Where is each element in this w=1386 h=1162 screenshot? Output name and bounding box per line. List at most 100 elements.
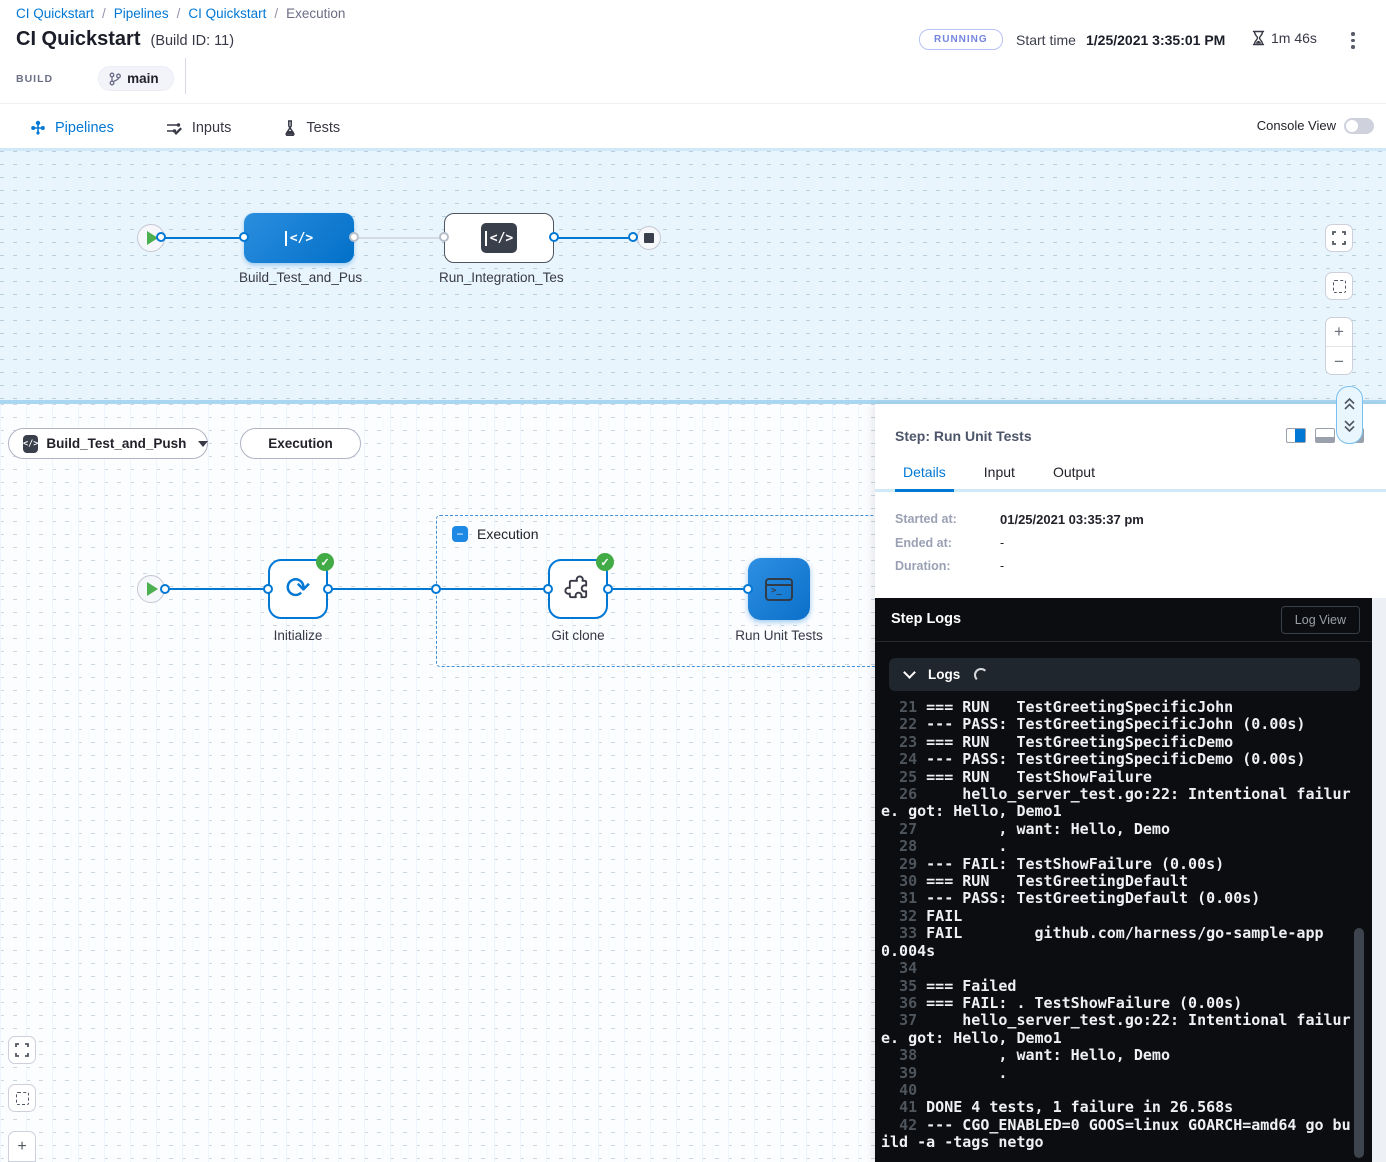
port [323,584,333,594]
stage-label: Build_Test_and_Pus [239,270,359,285]
port [263,584,273,594]
breadcrumb-separator: / [102,6,106,21]
step-detail-rows: Started at: 01/25/2021 03:35:37 pm Ended… [895,512,1144,582]
zoom-in-button[interactable]: + [8,1131,36,1162]
tab-pipelines[interactable]: Pipelines [30,104,114,152]
edge [608,588,748,590]
console-view-toggle[interactable] [1344,118,1374,134]
branch-chip[interactable]: main [98,66,174,91]
tab-details[interactable]: Details [903,464,946,489]
double-chevron-up-icon [1343,397,1356,411]
log-line: 39 . [881,1065,1358,1082]
breadcrumb-item[interactable]: CI Quickstart [16,6,94,21]
tab-inputs[interactable]: Inputs [166,104,232,152]
step-node-git-clone[interactable]: ✓ [548,559,608,619]
log-line: 35 === Failed [881,978,1358,995]
log-view-button[interactable]: Log View [1281,606,1360,634]
plugin-icon [564,575,592,603]
marquee-select-button[interactable] [1325,272,1353,300]
log-line: 29 --- FAIL: TestShowFailure (0.00s) [881,856,1358,873]
log-line: 38 , want: Hello, Demo [881,1047,1358,1064]
tab-output[interactable]: Output [1053,464,1095,489]
detail-label: Duration: [895,559,1000,573]
breadcrumb-item[interactable]: Pipelines [114,6,169,21]
layout-bottom-view-icon[interactable] [1315,428,1335,443]
detail-label: Started at: [895,512,1000,527]
logs-section-label: Logs [928,667,960,682]
edge [558,237,638,239]
logs-collapse-bar[interactable]: Logs [889,658,1360,691]
collapse-group-icon[interactable]: − [452,526,468,542]
panel-expand-collapse-control[interactable] [1336,386,1363,444]
breadcrumb-item[interactable]: CI Quickstart [188,6,266,21]
stage-node-run-integration-tests[interactable]: </> [444,213,554,263]
branch-icon [109,72,121,86]
log-line: 25 === RUN TestShowFailure [881,769,1358,786]
fullscreen-button[interactable] [1325,224,1353,252]
zoom-in-button[interactable]: + [1326,318,1352,347]
branch-name: main [127,71,159,86]
log-output: 21 === RUN TestGreetingSpecificJohn 22 -… [881,699,1358,1152]
view-selector-label: Execution [268,436,333,451]
page-title: CI Quickstart [16,28,140,51]
kebab-menu-button[interactable] [1344,30,1362,50]
tab-input[interactable]: Input [984,464,1015,489]
execution-canvas[interactable]: </> Build_Test_and_Push Execution − Exec… [0,404,1386,1162]
edge [165,588,268,590]
port [549,232,559,242]
step-node-run-unit-tests[interactable]: >_ [748,558,810,620]
layout-split-view-icon[interactable] [1286,428,1306,443]
chevron-down-icon [903,666,916,679]
log-line: 32 FAIL [881,908,1358,925]
port [160,584,170,594]
loading-spinner-icon [974,668,988,682]
play-icon [147,582,158,596]
step-logs-section: Step Logs Log View Logs 21 === RUN TestG… [875,598,1372,1162]
log-line: 28 . [881,838,1358,855]
start-time-label: Start time [1016,32,1076,48]
stage-node-build-test-and-push[interactable]: </> [244,213,354,263]
stage-label: Run_Integration_Tes [439,270,559,285]
inputs-icon [166,121,183,136]
chevron-down-icon [198,441,208,447]
log-line: 30 === RUN TestGreetingDefault [881,873,1358,890]
log-line: 42 --- CGO_ENABLED=0 GOOS=linux GOARCH=a… [881,1117,1358,1152]
log-scrollbar-thumb[interactable] [1354,928,1364,1158]
sync-icon: ⟳ [285,574,310,604]
tab-label: Tests [306,120,340,136]
marquee-select-button[interactable] [8,1084,36,1112]
hourglass-icon [1252,30,1265,46]
terminal-icon: >_ [765,578,793,601]
success-check-icon: ✓ [596,553,614,571]
log-line: 36 === FAIL: . TestShowFailure (0.00s) [881,995,1358,1012]
code-icon: </> [481,223,517,253]
breadcrumb-separator: / [274,6,278,21]
stage-selector-label: Build_Test_and_Push [46,436,186,451]
main-tabbar: Pipelines Inputs Tests Console View [0,103,1386,151]
breadcrumb: CI Quickstart / Pipelines / CI Quickstar… [16,6,345,21]
detail-value: - [1000,536,1004,550]
tab-label: Inputs [192,120,232,136]
log-line: 33 FAIL github.com/harness/go-sample-app… [881,925,1358,960]
fullscreen-button[interactable] [8,1036,36,1064]
log-line: 21 === RUN TestGreetingSpecificJohn [881,699,1358,716]
stage-canvas[interactable]: </> Build_Test_and_Pus </> Run_Integrati… [0,151,1386,400]
step-node-initialize[interactable]: ⟳ ✓ [268,559,328,619]
tab-tests[interactable]: Tests [283,104,340,152]
page-header: CI Quickstart / Pipelines / CI Quickstar… [0,0,1386,103]
detail-value: 01/25/2021 03:35:37 pm [1000,512,1144,527]
log-line: 22 --- PASS: TestGreetingSpecificJohn (0… [881,716,1358,733]
tab-label: Pipelines [55,120,114,136]
step-label: Git clone [528,628,628,643]
start-time-value: 1/25/2021 3:35:01 PM [1086,32,1225,48]
execution-group-header: − Execution [452,526,538,542]
stage-selector-dropdown[interactable]: </> Build_Test_and_Push [8,428,208,459]
port [543,584,553,594]
pipeline-end-node [637,226,661,250]
log-line: 26 hello_server_test.go:22: Intentional … [881,786,1358,821]
step-logs-title: Step Logs [891,611,961,627]
view-selector-button[interactable]: Execution [240,428,361,459]
duration-value: 1m 46s [1271,30,1317,46]
zoom-out-button[interactable]: − [1326,347,1352,376]
step-label: Initialize [248,628,348,643]
